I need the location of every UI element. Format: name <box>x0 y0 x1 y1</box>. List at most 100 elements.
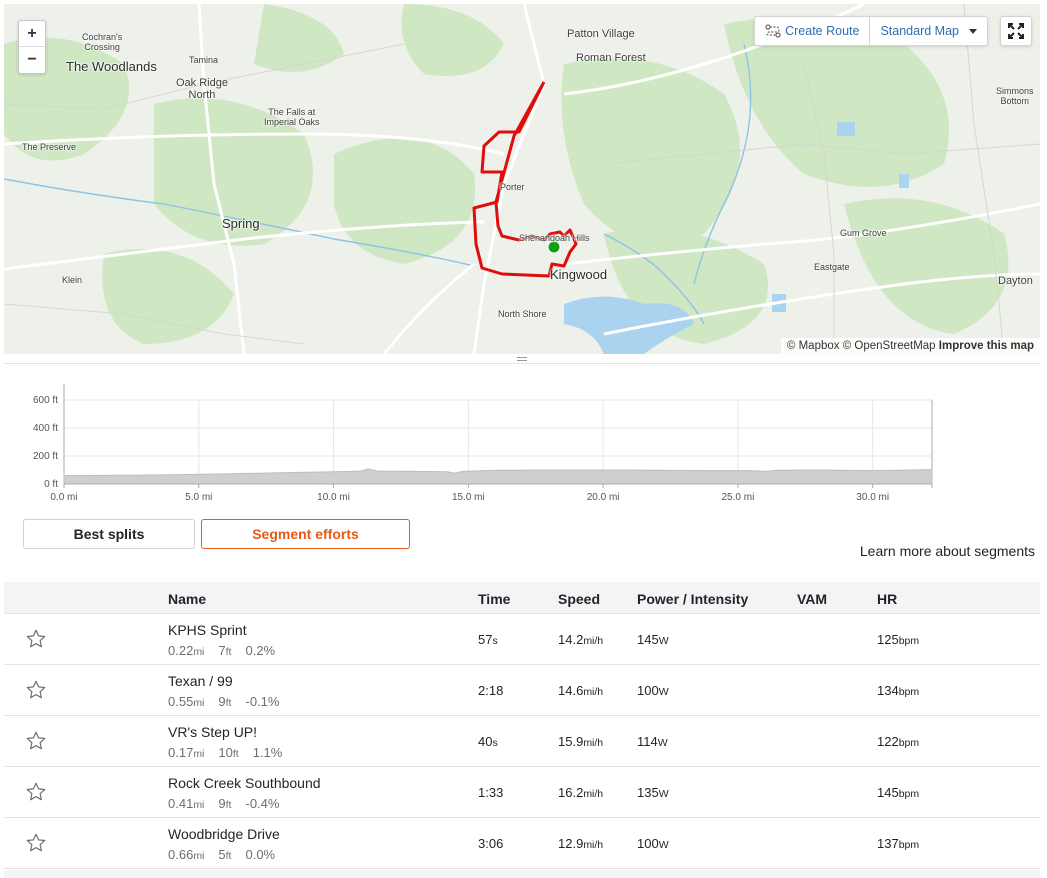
tab-best-splits[interactable]: Best splits <box>23 519 195 549</box>
effort-time: 3:06 <box>478 836 504 851</box>
map-label-gumgrove: Gum Grove <box>840 228 887 238</box>
map-label-klein: Klein <box>62 275 83 285</box>
route-icon <box>765 24 781 38</box>
map-label-northshore: North Shore <box>498 309 547 319</box>
map-label-preserve: The Preserve <box>22 142 77 152</box>
improve-map-link[interactable]: Improve this map <box>939 340 1034 352</box>
effort-hr: 137bpm <box>877 836 920 851</box>
x-tick-label: 25.0 mi <box>722 492 755 503</box>
zoom-in-button[interactable]: + <box>19 21 45 47</box>
star-icon[interactable] <box>25 832 47 859</box>
elevation-chart[interactable]: 600 ft 400 ft 200 ft 0 ft 0.0 mi 5.0 mi 10.0 m… <box>20 384 940 504</box>
segment-grade: 0.0% <box>245 847 276 862</box>
map-label-woodlands: The Woodlands <box>66 59 157 74</box>
x-tick-label: 30.0 mi <box>856 492 889 503</box>
col-vam[interactable]: VAM <box>797 591 827 607</box>
fullscreen-icon <box>1008 23 1024 39</box>
effort-hr: 122bpm <box>877 734 920 749</box>
route-map[interactable]: Cochran's Crossing The Woodlands Tamina … <box>4 4 1040 354</box>
map-label-simmons: Simmons Bottom <box>996 86 1034 106</box>
col-speed[interactable]: Speed <box>558 591 600 607</box>
effort-time: 40s <box>478 734 498 749</box>
map-label-roman: Roman Forest <box>576 52 646 64</box>
route-line <box>472 81 578 278</box>
effort-time: 1:33 <box>478 785 504 800</box>
x-tick-label: 15.0 mi <box>452 492 485 503</box>
segment-grade: 1.1% <box>252 745 283 760</box>
segment-name-link[interactable]: Texan / 99 <box>168 673 233 689</box>
effort-power: 100W <box>637 836 669 851</box>
learn-more-link[interactable]: Learn more about segments <box>860 543 1035 559</box>
effort-time: 2:18 <box>478 683 504 698</box>
col-power[interactable]: Power / Intensity <box>637 591 748 607</box>
segment-elevation: 9ft <box>218 796 232 811</box>
col-hr[interactable]: HR <box>877 591 897 607</box>
effort-tabs: Best splits Segment efforts <box>23 519 410 549</box>
map-resize-handle[interactable] <box>4 354 1040 364</box>
create-route-label: Create Route <box>785 24 860 38</box>
segment-distance: 0.66mi <box>168 847 205 862</box>
mapbox-link[interactable]: © Mapbox <box>787 340 840 352</box>
map-label-patton: Patton Village <box>567 28 635 40</box>
effort-speed: 16.2mi/h <box>558 785 604 800</box>
zoom-out-button[interactable]: − <box>19 47 45 73</box>
map-label-porter: Porter <box>500 182 525 192</box>
effort-power: 100W <box>637 683 669 698</box>
segment-name-link[interactable]: Rock Creek Southbound <box>168 775 321 791</box>
effort-power: 145W <box>637 632 669 647</box>
map-type-label: Standard Map <box>880 24 959 38</box>
y-tick-label: 0 ft <box>44 479 58 490</box>
y-tick-label: 600 ft <box>33 395 58 406</box>
table-row[interactable]: Rock Creek Southbound 0.41mi 9ft -0.4% 1:33 1… <box>4 767 1040 818</box>
segment-elevation: 5ft <box>218 847 232 862</box>
effort-power: 114W <box>637 734 668 749</box>
map-controls: Create Route Standard Map <box>754 16 988 46</box>
table-row[interactable]: Woodbridge Drive 0.66mi 5ft 0.0% 3:06 12.9mi/… <box>4 818 1040 869</box>
caret-down-icon <box>969 28 977 34</box>
segment-elevation: 7ft <box>218 643 232 658</box>
segment-name-link[interactable]: KPHS Sprint <box>168 622 247 638</box>
table-body: KPHS Sprint 0.22mi 7ft 0.2% 57s 14.2mi/h 145W 1… <box>4 614 1040 869</box>
table-row[interactable]: VR's Step UP! 0.17mi 10ft 1.1% 40s 15.9mi/h 11… <box>4 716 1040 767</box>
zoom-control: + − <box>18 20 46 74</box>
segment-grade: -0.4% <box>245 796 280 811</box>
star-icon[interactable] <box>25 781 47 808</box>
tab-segment-efforts[interactable]: Segment efforts <box>201 519 410 549</box>
map-label-oakridge: Oak Ridge North <box>176 77 228 101</box>
effort-speed: 14.2mi/h <box>558 632 604 647</box>
x-tick-label: 0.0 mi <box>50 492 77 503</box>
segment-stats: 0.55mi 9ft -0.1% <box>168 694 293 709</box>
col-time[interactable]: Time <box>478 591 510 607</box>
table-header: Name Time Speed Power / Intensity VAM HR <box>4 582 1040 614</box>
segment-distance: 0.55mi <box>168 694 205 709</box>
star-icon[interactable] <box>25 730 47 757</box>
map-label-tamina: Tamina <box>189 55 219 65</box>
star-icon[interactable] <box>25 628 47 655</box>
segment-name-link[interactable]: VR's Step UP! <box>168 724 257 740</box>
grip-icon <box>517 356 527 361</box>
y-tick-label: 400 ft <box>33 423 58 434</box>
map-base <box>4 4 1040 354</box>
create-route-button[interactable]: Create Route <box>755 17 869 45</box>
segment-distance: 0.22mi <box>168 643 205 658</box>
osm-link[interactable]: © OpenStreetMap <box>843 340 936 352</box>
effort-time: 57s <box>478 632 498 647</box>
x-tick-label: 10.0 mi <box>317 492 350 503</box>
segment-name-link[interactable]: Woodbridge Drive <box>168 826 280 842</box>
y-tick-label: 200 ft <box>33 451 58 462</box>
map-type-dropdown[interactable]: Standard Map <box>869 17 987 45</box>
fullscreen-button[interactable] <box>1000 16 1032 46</box>
segment-distance: 0.41mi <box>168 796 205 811</box>
effort-speed: 15.9mi/h <box>558 734 604 749</box>
map-label-falls: The Falls at Imperial Oaks <box>264 107 320 127</box>
segment-grade: 0.2% <box>245 643 276 658</box>
star-icon[interactable] <box>25 679 47 706</box>
map-label-spring: Spring <box>222 216 260 231</box>
col-name[interactable]: Name <box>168 591 206 607</box>
table-row[interactable]: Texan / 99 0.55mi 9ft -0.1% 2:18 14.6mi/h 100W… <box>4 665 1040 716</box>
segment-stats: 0.66mi 5ft 0.0% <box>168 847 289 862</box>
segment-elevation: 9ft <box>218 694 232 709</box>
effort-hr: 145bpm <box>877 785 920 800</box>
map-label-kingwood: Kingwood <box>550 267 608 282</box>
table-row[interactable]: KPHS Sprint 0.22mi 7ft 0.2% 57s 14.2mi/h 145W 1… <box>4 614 1040 665</box>
